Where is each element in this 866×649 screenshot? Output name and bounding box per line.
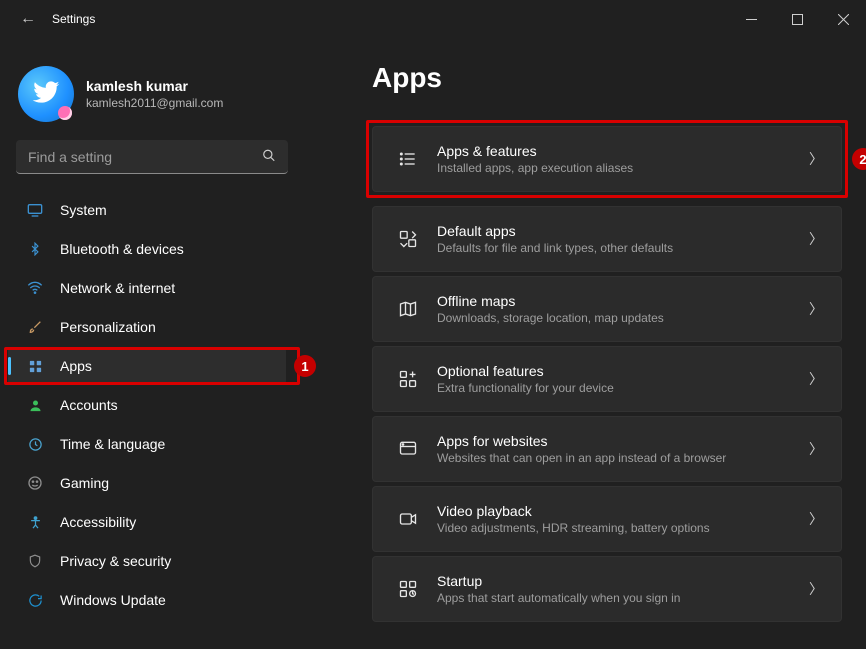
brush-icon xyxy=(26,318,44,336)
sidebar-item-system[interactable]: System xyxy=(8,191,286,229)
avatar xyxy=(18,66,74,122)
search-box xyxy=(16,140,288,174)
titlebar: ← Settings xyxy=(0,0,866,38)
annotation-step-badge: 1 xyxy=(294,355,316,377)
card-subtitle: Video adjustments, HDR streaming, batter… xyxy=(437,521,805,535)
back-arrow-icon: ← xyxy=(20,10,36,28)
card-title: Apps for websites xyxy=(437,433,805,449)
chevron-right-icon: 〉 xyxy=(805,579,827,599)
card-title: Offline maps xyxy=(437,293,805,309)
user-name: kamlesh kumar xyxy=(86,78,223,94)
sidebar-item-label: Time & language xyxy=(60,436,165,452)
main-content: Apps Apps & features Installed apps, app… xyxy=(300,38,866,649)
sidebar-item-accounts[interactable]: Accounts xyxy=(8,386,286,424)
sidebar-item-label: Privacy & security xyxy=(60,553,171,569)
card-subtitle: Websites that can open in an app instead… xyxy=(437,451,805,465)
sidebar-item-privacy[interactable]: Privacy & security xyxy=(8,542,286,580)
sidebar-item-apps[interactable]: Apps 1 xyxy=(8,347,286,385)
person-icon xyxy=(26,396,44,414)
window-title: Settings xyxy=(52,12,95,26)
annotation-step-badge: 2 xyxy=(852,148,866,170)
gamepad-icon xyxy=(26,474,44,492)
card-title: Apps & features xyxy=(437,143,805,159)
sidebar-item-label: Accessibility xyxy=(60,514,136,530)
bluetooth-icon xyxy=(26,240,44,258)
list-icon xyxy=(387,149,429,169)
chevron-right-icon: 〉 xyxy=(805,439,827,459)
sidebar-item-label: Apps xyxy=(60,358,92,374)
chevron-right-icon: 〉 xyxy=(805,149,827,169)
back-button[interactable]: ← xyxy=(8,0,48,38)
sidebar-item-accessibility[interactable]: Accessibility xyxy=(8,503,286,541)
sidebar-item-label: Windows Update xyxy=(60,592,166,608)
card-subtitle: Extra functionality for your device xyxy=(437,381,805,395)
chevron-right-icon: 〉 xyxy=(805,509,827,529)
sidebar-item-personalization[interactable]: Personalization xyxy=(8,308,286,346)
annotation-highlight xyxy=(4,347,300,385)
user-email: kamlesh2011@gmail.com xyxy=(86,96,223,110)
chevron-right-icon: 〉 xyxy=(805,299,827,319)
minimize-button[interactable] xyxy=(728,0,774,38)
card-video-playback[interactable]: Video playback Video adjustments, HDR st… xyxy=(372,486,842,552)
card-apps-features[interactable]: Apps & features Installed apps, app exec… xyxy=(372,126,842,192)
card-optional-features[interactable]: Optional features Extra functionality fo… xyxy=(372,346,842,412)
sidebar-item-label: System xyxy=(60,202,107,218)
sidebar-item-windows-update[interactable]: Windows Update xyxy=(8,581,286,619)
maximize-button[interactable] xyxy=(774,0,820,38)
card-subtitle: Defaults for file and link types, other … xyxy=(437,241,805,255)
card-subtitle: Installed apps, app execution aliases xyxy=(437,161,805,175)
sidebar-item-label: Gaming xyxy=(60,475,109,491)
chevron-right-icon: 〉 xyxy=(805,229,827,249)
shield-icon xyxy=(26,552,44,570)
user-account-row[interactable]: kamlesh kumar kamlesh2011@gmail.com xyxy=(4,48,300,136)
card-startup[interactable]: Startup Apps that start automatically wh… xyxy=(372,556,842,622)
sidebar-item-bluetooth[interactable]: Bluetooth & devices xyxy=(8,230,286,268)
card-title: Default apps xyxy=(437,223,805,239)
card-title: Startup xyxy=(437,573,805,589)
window-controls xyxy=(728,0,866,38)
card-default-apps[interactable]: Default apps Defaults for file and link … xyxy=(372,206,842,272)
close-button[interactable] xyxy=(820,0,866,38)
sidebar: kamlesh kumar kamlesh2011@gmail.com Syst… xyxy=(0,38,300,649)
bird-icon xyxy=(30,76,62,108)
close-icon xyxy=(838,14,849,25)
default-apps-icon xyxy=(387,229,429,249)
sidebar-item-gaming[interactable]: Gaming xyxy=(8,464,286,502)
clock-icon xyxy=(26,435,44,453)
system-icon xyxy=(26,201,44,219)
card-subtitle: Downloads, storage location, map updates xyxy=(437,311,805,325)
map-icon xyxy=(387,299,429,319)
sidebar-item-label: Personalization xyxy=(60,319,156,335)
apps-icon xyxy=(26,357,44,375)
card-apps-for-websites[interactable]: Apps for websites Websites that can open… xyxy=(372,416,842,482)
search-input[interactable] xyxy=(16,140,288,174)
chevron-right-icon: 〉 xyxy=(805,369,827,389)
sidebar-item-time[interactable]: Time & language xyxy=(8,425,286,463)
sidebar-item-label: Accounts xyxy=(60,397,118,413)
website-app-icon xyxy=(387,439,429,459)
nav-list: System Bluetooth & devices Network & int… xyxy=(4,190,300,620)
update-icon xyxy=(26,591,44,609)
startup-icon xyxy=(387,579,429,599)
sidebar-item-network[interactable]: Network & internet xyxy=(8,269,286,307)
card-title: Video playback xyxy=(437,503,805,519)
search-icon xyxy=(262,149,276,166)
card-title: Optional features xyxy=(437,363,805,379)
accessibility-icon xyxy=(26,513,44,531)
optional-features-icon xyxy=(387,369,429,389)
maximize-icon xyxy=(792,14,803,25)
settings-card-list: Apps & features Installed apps, app exec… xyxy=(372,126,842,622)
wifi-icon xyxy=(26,279,44,297)
sidebar-item-label: Bluetooth & devices xyxy=(60,241,184,257)
page-title: Apps xyxy=(372,62,842,94)
card-offline-maps[interactable]: Offline maps Downloads, storage location… xyxy=(372,276,842,342)
sidebar-item-label: Network & internet xyxy=(60,280,175,296)
card-subtitle: Apps that start automatically when you s… xyxy=(437,591,805,605)
video-icon xyxy=(387,509,429,529)
minimize-icon xyxy=(746,14,757,25)
